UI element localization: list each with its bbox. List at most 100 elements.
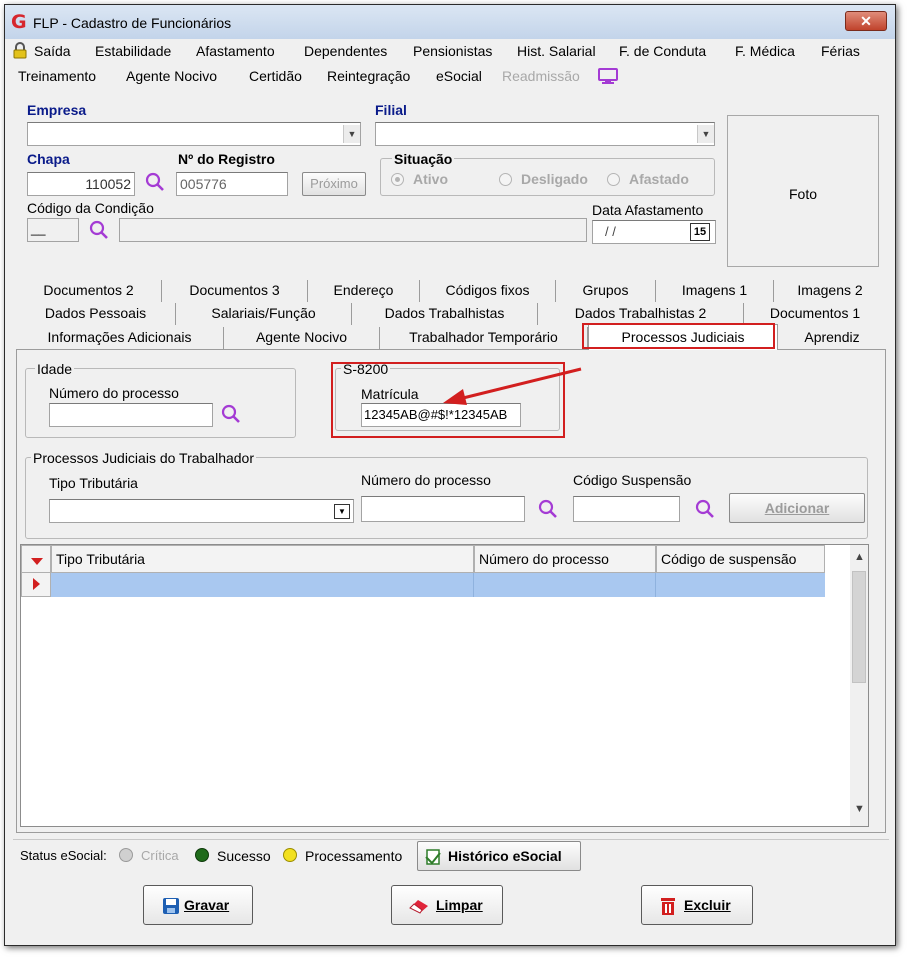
tab-grupos[interactable]: Grupos <box>556 280 656 302</box>
idade-numero-label: Número do processo <box>49 385 179 401</box>
chevron-down-icon[interactable]: ▼ <box>343 125 360 143</box>
data-afastamento-label: Data Afastamento <box>592 202 704 218</box>
radio-afastado-label: Afastado <box>629 171 689 187</box>
radio-afastado[interactable] <box>607 173 620 186</box>
tab-agente-nocivo[interactable]: Agente Nocivo <box>224 327 380 349</box>
proximo-button[interactable]: Próximo <box>302 172 366 196</box>
codigo-suspensao-input[interactable] <box>573 496 680 522</box>
registro-label: Nº do Registro <box>178 151 275 167</box>
calendar-icon[interactable]: 15 <box>690 223 710 241</box>
grid-header-codigo[interactable]: Código de suspensão <box>656 545 825 573</box>
adicionar-button[interactable]: Adicionar <box>729 493 865 523</box>
radio-desligado-label: Desligado <box>521 171 588 187</box>
menu-estabilidade[interactable]: Estabilidade <box>95 43 171 59</box>
grid-scrollbar[interactable]: ▲ ▼ <box>850 545 868 826</box>
menu-agente-nocivo[interactable]: Agente Nocivo <box>126 68 217 84</box>
row-divider <box>655 573 656 597</box>
menu-hist-salarial[interactable]: Hist. Salarial <box>517 43 596 59</box>
empresa-select[interactable]: ▼ <box>27 122 361 146</box>
menu-afastamento[interactable]: Afastamento <box>196 43 275 59</box>
tab-aprendiz[interactable]: Aprendiz <box>778 327 886 349</box>
scroll-up-icon[interactable]: ▲ <box>854 551 865 563</box>
tab-strip-row2: Dados Pessoais Salariais/Função Dados Tr… <box>16 303 886 325</box>
numero-processo-input[interactable] <box>361 496 525 522</box>
lock-icon <box>12 42 28 59</box>
menu-dependentes[interactable]: Dependentes <box>304 43 387 59</box>
tab-dados-pessoais[interactable]: Dados Pessoais <box>16 303 176 325</box>
row-indicator[interactable] <box>21 573 51 597</box>
tab-imagens-2[interactable]: Imagens 2 <box>774 280 886 302</box>
menu-pensionistas[interactable]: Pensionistas <box>413 43 492 59</box>
filial-label: Filial <box>375 102 407 118</box>
limpar-button[interactable]: Limpar <box>391 885 503 925</box>
tab-documentos-3[interactable]: Documentos 3 <box>162 280 308 302</box>
status-critica-label: Crítica <box>141 848 179 863</box>
codigo-suspensao-label: Código Suspensão <box>573 472 692 488</box>
tab-trabalhador-temporario[interactable]: Trabalhador Temporário <box>380 327 588 349</box>
codigo-condicao-label: Código da Condição <box>27 200 154 216</box>
chevron-down-icon[interactable]: ▼ <box>334 504 350 519</box>
tab-dados-trabalhistas-2[interactable]: Dados Trabalhistas 2 <box>538 303 744 325</box>
limpar-label: Limpar <box>436 897 483 913</box>
numero-processo-label: Número do processo <box>361 472 491 488</box>
window-title: FLP - Cadastro de Funcionários <box>33 15 232 31</box>
grid-header-numero[interactable]: Número do processo <box>474 545 656 573</box>
tab-strip-row1: Documentos 2 Documentos 3 Endereço Códig… <box>16 280 886 302</box>
radio-desligado[interactable] <box>499 173 512 186</box>
tipo-tributaria-select[interactable]: ▼ <box>49 499 354 523</box>
search-icon[interactable] <box>221 404 241 424</box>
tab-endereco[interactable]: Endereço <box>308 280 420 302</box>
scroll-down-icon[interactable]: ▼ <box>854 803 865 815</box>
excluir-button[interactable]: Excluir <box>641 885 753 925</box>
monitor-icon[interactable] <box>597 67 619 85</box>
search-icon[interactable] <box>538 499 558 519</box>
tab-documentos-1[interactable]: Documentos 1 <box>744 303 886 325</box>
menu-saida[interactable]: Saída <box>34 43 71 59</box>
tab-codigos-fixos[interactable]: Códigos fixos <box>420 280 556 302</box>
search-icon[interactable] <box>695 499 715 519</box>
menu-readmissao[interactable]: Readmissão <box>502 68 580 84</box>
chapa-input[interactable]: 110052 <box>27 172 135 196</box>
registro-input[interactable]: 005776 <box>176 172 288 196</box>
idade-group-title: Idade <box>35 361 75 377</box>
search-icon[interactable] <box>145 172 165 192</box>
menu-certidao[interactable]: Certidão <box>249 68 302 84</box>
idade-numero-input[interactable] <box>49 403 213 427</box>
close-button[interactable]: ✕ <box>845 11 887 31</box>
radio-ativo-label: Ativo <box>413 171 448 187</box>
status-processamento-icon <box>283 848 297 862</box>
menu-f-conduta[interactable]: F. de Conduta <box>619 43 706 59</box>
tab-documentos-2[interactable]: Documentos 2 <box>16 280 162 302</box>
title-bar[interactable]: G FLP - Cadastro de Funcionários ✕ <box>5 5 895 39</box>
filial-select[interactable]: ▼ <box>375 122 715 146</box>
menu-f-medica[interactable]: F. Médica <box>735 43 795 59</box>
gravar-button[interactable]: Gravar <box>143 885 253 925</box>
floppy-disk-icon <box>162 897 180 915</box>
status-label: Status eSocial: <box>20 848 107 863</box>
grid-header-tipo[interactable]: Tipo Tributária <box>51 545 474 573</box>
menu-treinamento[interactable]: Treinamento <box>18 68 96 84</box>
table-row[interactable] <box>51 573 825 597</box>
codigo-condicao-input[interactable]: __ <box>27 218 79 242</box>
condicao-descricao-field <box>119 218 587 242</box>
tab-dados-trabalhistas[interactable]: Dados Trabalhistas <box>352 303 538 325</box>
status-processamento-label: Processamento <box>305 848 403 864</box>
app-logo-icon: G <box>11 11 27 33</box>
processos-grid[interactable]: Tipo Tributária Número do processo Códig… <box>20 544 869 827</box>
photo-frame[interactable]: Foto <box>727 115 879 267</box>
eraser-icon <box>408 898 430 914</box>
tab-salariais-funcao[interactable]: Salariais/Função <box>176 303 352 325</box>
tab-informacoes-adicionais[interactable]: Informações Adicionais <box>16 327 224 349</box>
grid-header-corner[interactable] <box>21 545 51 573</box>
status-critica-icon <box>119 848 133 862</box>
menu-ferias[interactable]: Férias <box>821 43 860 59</box>
menu-esocial[interactable]: eSocial <box>436 68 482 84</box>
chevron-down-icon[interactable]: ▼ <box>697 125 714 143</box>
main-window: G FLP - Cadastro de Funcionários ✕ Saída… <box>4 4 896 946</box>
menu-reintegracao[interactable]: Reintegração <box>327 68 410 84</box>
tab-imagens-1[interactable]: Imagens 1 <box>656 280 774 302</box>
historico-esocial-button[interactable]: Histórico eSocial <box>417 841 581 871</box>
scroll-thumb[interactable] <box>852 571 866 683</box>
radio-ativo[interactable] <box>391 173 404 186</box>
search-icon[interactable] <box>89 220 109 240</box>
